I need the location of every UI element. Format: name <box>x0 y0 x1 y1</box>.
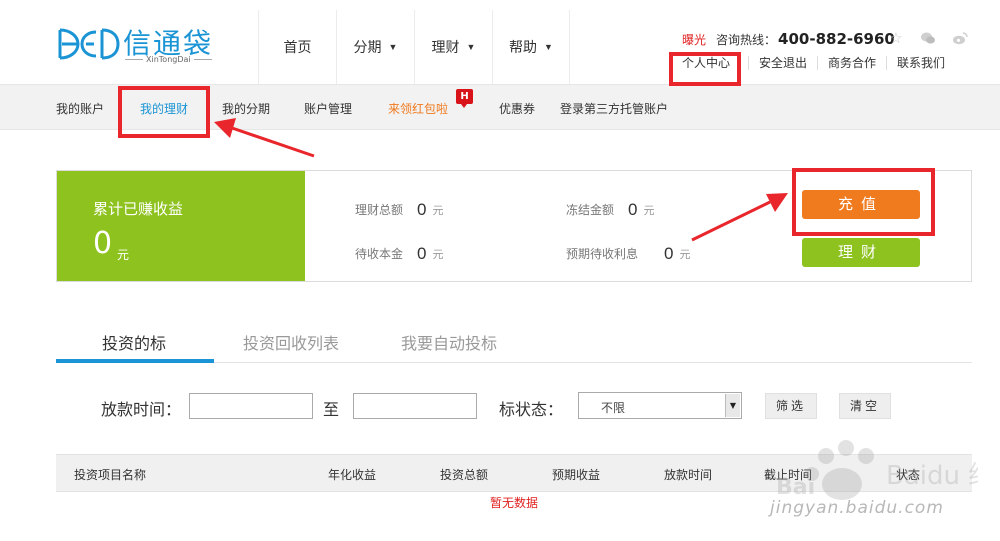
date-to-label: 至 <box>323 400 340 419</box>
watermark-brand: Baidu 经验 <box>886 461 978 491</box>
filter-button[interactable]: 筛选 <box>765 393 817 419</box>
stat-unit: 元 <box>679 249 691 261</box>
hot-badge: H <box>456 89 473 108</box>
active-tab-indicator <box>56 359 214 363</box>
hotline: 曝光 咨询热线： 400-882-6960 <box>682 30 895 48</box>
dropdown-arrow-icon[interactable]: ▼ <box>725 394 740 417</box>
stat-label: 冻结金额 <box>566 203 615 217</box>
logout-link[interactable]: 安全退出 <box>748 56 817 70</box>
date-to-input[interactable] <box>353 393 477 419</box>
nav-home-label: 首页 <box>283 39 312 55</box>
nav-help[interactable]: 帮助 ▼ <box>492 10 570 84</box>
main-nav: 首页 分期 ▼ 理财 ▼ 帮助 ▼ <box>258 10 570 84</box>
date-filter-label: 放款时间： <box>101 400 182 419</box>
nav-installment-label: 分期 <box>353 39 382 55</box>
nav-finance[interactable]: 理财 ▼ <box>414 10 492 84</box>
column-header: 年化收益 <box>328 468 377 482</box>
annotation-box-my-finance <box>118 86 210 138</box>
stat-unit: 元 <box>643 205 655 217</box>
column-header: 投资总额 <box>440 468 489 482</box>
stat-frozen-amount: 冻结金额 0 元 <box>566 200 654 220</box>
earned-label: 累计已赚收益 <box>93 200 184 218</box>
clear-button[interactable]: 清空 <box>839 393 891 419</box>
subnav-third-party-account[interactable]: 登录第三方托管账户 <box>560 100 668 117</box>
annotation-box-recharge <box>792 168 935 236</box>
status-select-value: 不限 <box>601 401 626 415</box>
stat-label: 待收本金 <box>355 247 404 261</box>
column-header: 放款时间 <box>664 468 713 482</box>
subnav-coupons[interactable]: 优惠券 <box>499 100 535 117</box>
svg-text:Bai: Bai <box>776 475 815 500</box>
tab-bar: 投资的标 投资回收列表 我要自动投标 <box>56 318 972 363</box>
stat-unit: 元 <box>432 205 444 217</box>
subnav-my-account[interactable]: 我的账户 <box>56 100 104 117</box>
tab-auto-invest[interactable]: 我要自动投标 <box>401 330 497 354</box>
logo-mark-icon <box>58 28 120 60</box>
weibo-icon[interactable] <box>952 30 968 46</box>
wechat-icon[interactable] <box>920 30 936 46</box>
tab-recovery-list[interactable]: 投资回收列表 <box>243 330 339 354</box>
date-from-input[interactable] <box>189 393 313 419</box>
caret-down-icon: ▼ <box>388 42 398 52</box>
invest-button[interactable]: 理财 <box>802 238 920 267</box>
stat-value: 0 <box>417 244 427 263</box>
status-filter-label: 标状态： <box>499 400 564 419</box>
nav-home[interactable]: 首页 <box>258 10 336 84</box>
stat-total-finance: 理财总额 0 元 <box>355 200 443 220</box>
logo-subtitle: XinTongDai <box>122 55 215 64</box>
site-logo[interactable]: 信通袋 XinTongDai <box>56 24 216 68</box>
stat-value: 0 <box>417 200 427 219</box>
stat-value: 0 <box>664 244 674 263</box>
stat-expected-interest: 预期待收利息 0 元 <box>566 244 690 264</box>
watermark-url: jingyan.baidu.com <box>770 498 944 518</box>
status-select[interactable]: 不限 ▼ <box>578 392 742 419</box>
contact-link[interactable]: 联系我们 <box>886 56 955 70</box>
subnav-my-installment[interactable]: 我的分期 <box>222 100 270 117</box>
annotation-box-personal-center <box>669 52 741 86</box>
subnav-account-management[interactable]: 账户管理 <box>304 100 352 117</box>
site-header: 信通袋 XinTongDai 首页 分期 ▼ 理财 ▼ 帮助 ▼ 曝光 咨询热线… <box>0 0 1000 84</box>
caret-down-icon: ▼ <box>466 42 476 52</box>
stat-label: 理财总额 <box>355 203 404 217</box>
stat-label: 预期待收利息 <box>566 247 639 261</box>
business-link[interactable]: 商务合作 <box>817 56 886 70</box>
nav-help-label: 帮助 <box>509 39 538 55</box>
column-header: 预期收益 <box>552 468 601 482</box>
earned-value: 0 <box>93 226 113 261</box>
nav-finance-label: 理财 <box>431 39 460 55</box>
subnav-red-packet[interactable]: 来领红包啦 <box>388 100 448 117</box>
stat-value: 0 <box>628 200 638 219</box>
earned-box: 累计已赚收益 0 元 <box>57 171 305 281</box>
stat-pending-principal: 待收本金 0 元 <box>355 244 443 264</box>
nav-installment[interactable]: 分期 ▼ <box>336 10 414 84</box>
exposure-link[interactable]: 曝光 <box>682 31 706 48</box>
stat-unit: 元 <box>432 249 444 261</box>
star-icon[interactable]: ☆ <box>888 30 904 46</box>
earned-unit: 元 <box>117 248 130 262</box>
column-header: 投资项目名称 <box>74 468 147 482</box>
caret-down-icon: ▼ <box>544 42 553 52</box>
tab-invested-loans[interactable]: 投资的标 <box>102 330 166 354</box>
hotline-number: 400-882-6960 <box>778 30 895 48</box>
hotline-label: 咨询热线： <box>716 33 777 47</box>
